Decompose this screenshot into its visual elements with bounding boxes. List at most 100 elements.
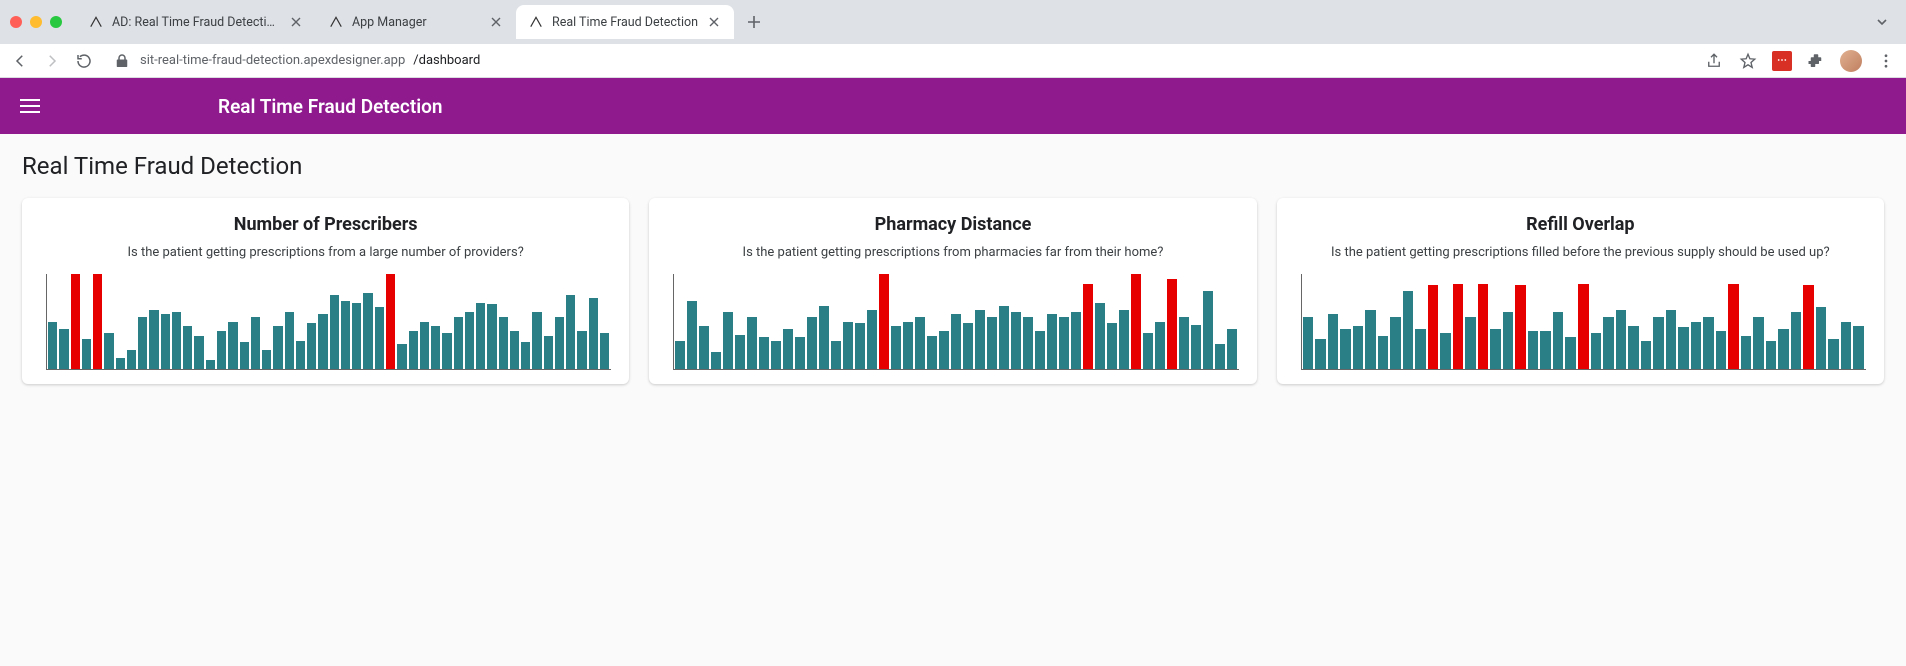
card-refill-overlap[interactable]: Refill Overlap Is the patient getting pr… bbox=[1277, 198, 1884, 384]
chart-bar bbox=[318, 314, 327, 369]
tab-strip: AD: Real Time Fraud Detection App Manage… bbox=[0, 0, 1906, 44]
chart-bar bbox=[161, 314, 170, 369]
back-button[interactable] bbox=[10, 51, 30, 71]
chart-bar bbox=[544, 336, 553, 369]
reload-button[interactable] bbox=[74, 51, 94, 71]
chart-bar bbox=[1143, 333, 1153, 369]
chart-bar bbox=[879, 274, 889, 369]
chart-bar bbox=[363, 293, 372, 369]
url-host: sit-real-time-fraud-detection.apexdesign… bbox=[140, 53, 405, 68]
chart-bars bbox=[675, 274, 1236, 369]
new-tab-button[interactable] bbox=[740, 8, 768, 36]
chevron-down-icon[interactable] bbox=[1870, 10, 1894, 34]
chart-bar bbox=[138, 317, 147, 369]
chart-bar bbox=[93, 274, 102, 369]
chart-bar bbox=[831, 341, 841, 370]
chart-bar bbox=[675, 341, 685, 370]
chart-bar bbox=[577, 331, 586, 369]
close-icon[interactable] bbox=[488, 14, 504, 30]
favicon-icon bbox=[528, 14, 544, 30]
chart-bar bbox=[1071, 312, 1081, 369]
chart-bar bbox=[915, 317, 925, 369]
chart-bar bbox=[819, 306, 829, 369]
window-minimize-icon[interactable] bbox=[30, 16, 42, 28]
chart-bar bbox=[1119, 310, 1129, 369]
window-maximize-icon[interactable] bbox=[50, 16, 62, 28]
chart-refill-overlap bbox=[1293, 274, 1868, 370]
chart-bar bbox=[1540, 331, 1551, 369]
chart-bar bbox=[149, 310, 158, 369]
chart-bar bbox=[1753, 317, 1764, 369]
browser-tab-1[interactable]: App Manager bbox=[316, 5, 516, 39]
chart-bar bbox=[1365, 310, 1376, 369]
chart-bar bbox=[454, 317, 463, 369]
chart-bar bbox=[172, 312, 181, 369]
chart-bar bbox=[589, 298, 598, 369]
chart-bar bbox=[1155, 322, 1165, 370]
chart-bar bbox=[476, 303, 485, 370]
chart-bar bbox=[251, 317, 260, 369]
chart-bar bbox=[891, 326, 901, 369]
card-subtitle: Is the patient getting prescriptions fro… bbox=[127, 245, 523, 260]
chart-bar bbox=[1453, 284, 1464, 370]
profile-avatar[interactable] bbox=[1840, 50, 1862, 72]
chart-bar bbox=[1083, 284, 1093, 370]
chart-bars bbox=[48, 274, 609, 369]
chart-bar bbox=[1440, 333, 1451, 369]
close-icon[interactable] bbox=[288, 14, 304, 30]
chart-bar bbox=[1023, 317, 1033, 369]
hamburger-menu-icon[interactable] bbox=[20, 94, 44, 118]
chart-bar bbox=[1528, 331, 1539, 369]
chart-bar bbox=[1591, 333, 1602, 369]
chart-bar bbox=[1047, 314, 1057, 369]
chart-bar bbox=[48, 322, 57, 370]
app-title: Real Time Fraud Detection bbox=[218, 95, 443, 118]
address-bar[interactable]: sit-real-time-fraud-detection.apexdesign… bbox=[106, 51, 1692, 71]
chart-prescribers bbox=[38, 274, 613, 370]
chart-bar bbox=[1179, 317, 1189, 369]
chart-bar bbox=[420, 322, 429, 370]
close-icon[interactable] bbox=[706, 14, 722, 30]
extension-icon[interactable]: ⋯ bbox=[1772, 51, 1792, 71]
chart-bar bbox=[1011, 312, 1021, 369]
chart-bar bbox=[699, 326, 709, 369]
favicon-icon bbox=[328, 14, 344, 30]
chart-bar bbox=[1203, 291, 1213, 369]
chart-bar bbox=[1841, 322, 1852, 370]
browser-tab-0[interactable]: AD: Real Time Fraud Detection bbox=[76, 5, 316, 39]
chart-bar bbox=[807, 317, 817, 369]
card-prescribers[interactable]: Number of Prescribers Is the patient get… bbox=[22, 198, 629, 384]
chart-bar bbox=[465, 312, 474, 369]
chart-bar bbox=[711, 352, 721, 369]
chart-bar bbox=[240, 342, 249, 369]
chart-bar bbox=[1215, 344, 1225, 369]
forward-button[interactable] bbox=[42, 51, 62, 71]
chart-bar bbox=[951, 314, 961, 369]
kebab-menu-icon[interactable] bbox=[1876, 51, 1896, 71]
favicon-icon bbox=[88, 14, 104, 30]
chart-bar bbox=[1490, 329, 1501, 369]
toolbar-right: ⋯ bbox=[1704, 50, 1896, 72]
chart-bar bbox=[183, 326, 192, 369]
tab-title: Real Time Fraud Detection bbox=[552, 15, 698, 30]
window-controls[interactable] bbox=[10, 16, 62, 28]
chart-bar bbox=[1503, 312, 1514, 369]
chart-bar bbox=[330, 295, 339, 369]
chart-bar bbox=[1035, 331, 1045, 369]
chart-pharmacy-distance bbox=[665, 274, 1240, 370]
card-pharmacy-distance[interactable]: Pharmacy Distance Is the patient getting… bbox=[649, 198, 1256, 384]
extensions-icon[interactable] bbox=[1806, 51, 1826, 71]
star-icon[interactable] bbox=[1738, 51, 1758, 71]
chart-bar bbox=[867, 310, 877, 369]
browser-tab-2[interactable]: Real Time Fraud Detection bbox=[516, 5, 734, 39]
chart-bar bbox=[1515, 285, 1526, 369]
chart-bar bbox=[82, 339, 91, 369]
chart-bar bbox=[116, 358, 125, 369]
chart-bar bbox=[285, 312, 294, 369]
chart-bar bbox=[1803, 285, 1814, 369]
chart-bar bbox=[987, 317, 997, 369]
chart-bar bbox=[217, 331, 226, 369]
window-close-icon[interactable] bbox=[10, 16, 22, 28]
chart-bar bbox=[771, 341, 781, 370]
share-icon[interactable] bbox=[1704, 51, 1724, 71]
